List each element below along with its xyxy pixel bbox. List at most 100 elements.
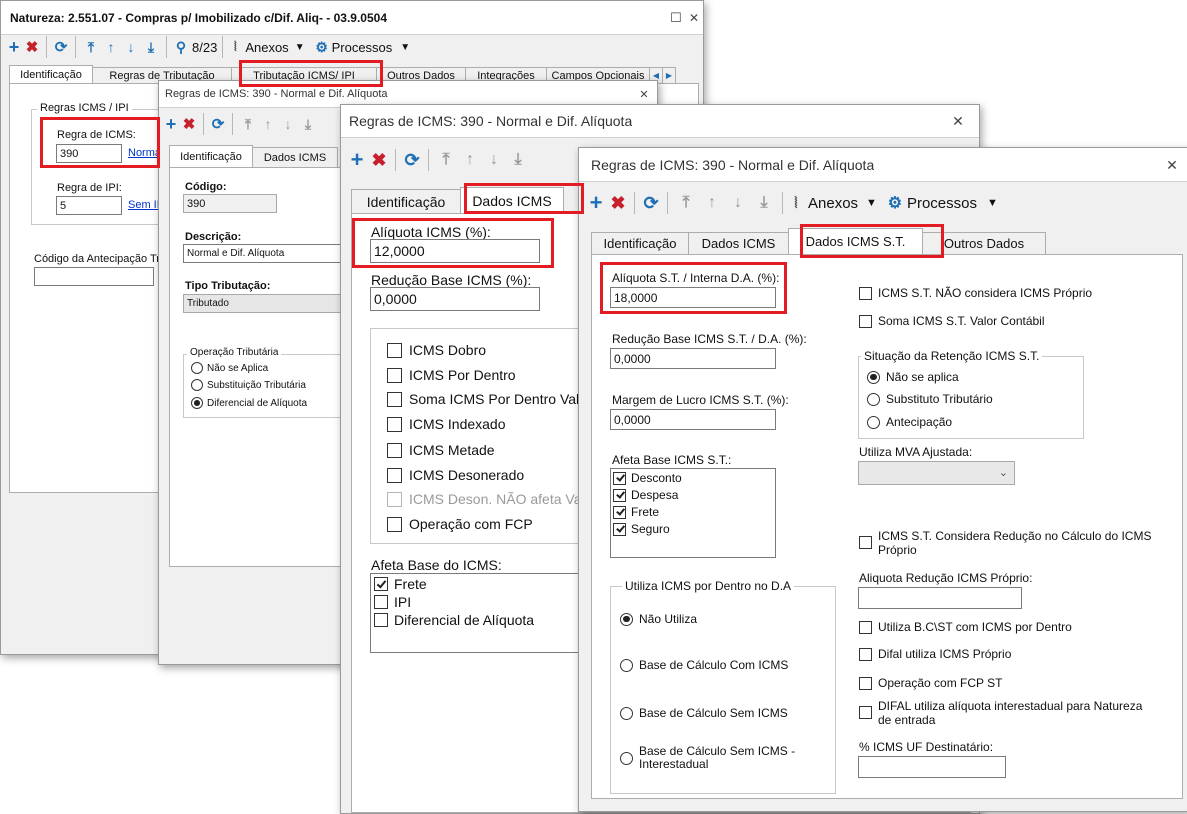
- check-afeta-frete[interactable]: Frete: [374, 576, 427, 592]
- close-icon[interactable]: ✕: [687, 1, 701, 35]
- add-icon[interactable]: +: [346, 147, 368, 173]
- next-record-icon[interactable]: ↓: [725, 194, 751, 212]
- check-operacao-fcp[interactable]: Operação com FCP: [387, 516, 533, 532]
- last-record-icon[interactable]: ⤓: [298, 116, 318, 133]
- utiliza-mva-select[interactable]: ⌄: [858, 461, 1015, 485]
- tab-outros-dados[interactable]: Outros Dados: [922, 232, 1046, 254]
- chevron-down-icon[interactable]: ▼: [400, 42, 410, 53]
- previous-record-icon[interactable]: ↑: [699, 194, 725, 212]
- checkbox[interactable]: [613, 471, 626, 485]
- check-icms-desonerado[interactable]: ICMS Desonerado: [387, 467, 524, 483]
- checkbox[interactable]: [613, 522, 626, 536]
- checkbox[interactable]: [374, 595, 388, 609]
- radio-bc-sem-icms-interestadual[interactable]: Base de Cálculo Sem ICMS - Interestadual: [620, 745, 830, 771]
- first-record-icon[interactable]: ⤒: [673, 194, 699, 212]
- codigo-antecipacao-field[interactable]: [34, 267, 154, 286]
- check-soma-icms-st-valor-contabil[interactable]: Soma ICMS S.T. Valor Contábil: [859, 314, 1045, 328]
- check-soma-icms-por-dentro[interactable]: Soma ICMS Por Dentro Valor C: [387, 391, 606, 407]
- tab-dados-icms[interactable]: Dados ICMS: [252, 147, 338, 167]
- check-icms-metade[interactable]: ICMS Metade: [387, 442, 495, 458]
- check-difal-aliquota-interestadual[interactable]: DIFAL utiliza alíquota interestadual par…: [859, 699, 1159, 727]
- check-icms-indexado[interactable]: ICMS Indexado: [387, 416, 506, 432]
- tab-dados-icms-st[interactable]: Dados ICMS S.T.: [788, 228, 923, 254]
- radio-button[interactable]: [191, 362, 203, 374]
- gear-icon[interactable]: ⚙: [315, 39, 329, 56]
- first-record-icon[interactable]: ⤒: [81, 39, 101, 56]
- checkbox[interactable]: [859, 314, 872, 328]
- checkbox[interactable]: [387, 442, 402, 458]
- processos-button[interactable]: Processos: [332, 40, 393, 55]
- close-icon[interactable]: ✕: [1163, 148, 1181, 182]
- tab-identificacao[interactable]: Identificação: [9, 65, 93, 83]
- check-icms-por-dentro[interactable]: ICMS Por Dentro: [387, 367, 516, 383]
- radio-button[interactable]: [867, 392, 880, 406]
- checkbox[interactable]: [374, 613, 388, 627]
- delete-icon[interactable]: ✖: [180, 115, 198, 133]
- tab-identificacao[interactable]: Identificação: [169, 145, 253, 167]
- regra-icms-link[interactable]: Norma: [128, 147, 161, 159]
- radio-button[interactable]: [620, 658, 633, 672]
- gear-icon[interactable]: ⚙: [887, 193, 903, 213]
- anexos-button[interactable]: Anexos: [245, 40, 288, 55]
- radio-substituicao-tributaria[interactable]: Substituição Tributária: [191, 379, 306, 391]
- checkbox[interactable]: [387, 391, 402, 407]
- check-st-desconto[interactable]: Desconto: [613, 471, 682, 485]
- check-st-frete[interactable]: Frete: [613, 505, 659, 519]
- check-afeta-diferencial[interactable]: Diferencial de Alíquota: [374, 612, 534, 628]
- delete-icon[interactable]: ✖: [607, 193, 629, 214]
- check-utiliza-bc-st-icms-dentro[interactable]: Utiliza B.C\ST com ICMS por Dentro: [859, 620, 1072, 634]
- radio-button[interactable]: [620, 612, 633, 626]
- paperclip-icon[interactable]: ⦚: [788, 195, 804, 212]
- checkbox[interactable]: [374, 577, 388, 591]
- check-st-despesa[interactable]: Despesa: [613, 488, 678, 502]
- tab-identificacao[interactable]: Identificação: [591, 232, 689, 254]
- search-icon[interactable]: ⚲: [172, 39, 190, 56]
- refresh-icon[interactable]: ⟳: [401, 150, 423, 171]
- check-afeta-ipi[interactable]: IPI: [374, 594, 411, 610]
- checkbox[interactable]: [859, 286, 872, 300]
- checkbox[interactable]: [859, 706, 872, 719]
- processos-button[interactable]: Processos: [907, 195, 977, 212]
- delete-icon[interactable]: ✖: [368, 150, 390, 171]
- aliquota-reducao-icms-proprio-field[interactable]: [858, 587, 1022, 609]
- check-st-nao-considera-icms-proprio[interactable]: ICMS S.T. NÃO considera ICMS Próprio: [859, 286, 1092, 300]
- refresh-icon[interactable]: ⟳: [640, 193, 662, 214]
- radio-antecipacao[interactable]: Antecipação: [867, 415, 952, 429]
- check-icms-dobro[interactable]: ICMS Dobro: [387, 342, 486, 358]
- last-record-icon[interactable]: ⤓: [141, 39, 161, 56]
- previous-record-icon[interactable]: ↑: [458, 151, 482, 169]
- previous-record-icon[interactable]: ↑: [258, 116, 278, 132]
- margem-lucro-st-field[interactable]: 0,0000: [610, 409, 776, 430]
- chevron-down-icon[interactable]: ▼: [295, 42, 305, 53]
- checkbox[interactable]: [387, 342, 402, 358]
- check-operacao-fcp-st[interactable]: Operação com FCP ST: [859, 676, 1003, 690]
- last-record-icon[interactable]: ⤓: [751, 194, 777, 212]
- next-record-icon[interactable]: ↓: [121, 39, 141, 55]
- add-icon[interactable]: +: [585, 190, 607, 216]
- checkbox[interactable]: [387, 516, 402, 532]
- restore-icon[interactable]: ☐: [669, 1, 683, 35]
- first-record-icon[interactable]: ⤒: [238, 116, 258, 133]
- check-st-seguro[interactable]: Seguro: [613, 522, 670, 536]
- tab-identificacao[interactable]: Identificação: [351, 189, 461, 213]
- check-difal-icms-proprio[interactable]: Difal utiliza ICMS Próprio: [859, 647, 1011, 661]
- next-record-icon[interactable]: ↓: [278, 116, 298, 132]
- tab-scroll-right-icon[interactable]: ▶: [662, 67, 676, 83]
- radio-button[interactable]: [620, 751, 633, 765]
- first-record-icon[interactable]: ⤒: [434, 151, 458, 169]
- checkbox[interactable]: [859, 536, 872, 549]
- radio-bc-com-icms[interactable]: Base de Cálculo Com ICMS: [620, 658, 788, 672]
- checkbox[interactable]: [613, 488, 626, 502]
- add-icon[interactable]: +: [162, 114, 180, 135]
- radio-substituto-tributario[interactable]: Substituto Tributário: [867, 392, 993, 406]
- last-record-icon[interactable]: ⤓: [506, 151, 530, 169]
- checkbox[interactable]: [859, 647, 872, 661]
- aliquota-st-field[interactable]: 18,0000: [610, 287, 776, 308]
- radio-bc-sem-icms[interactable]: Base de Cálculo Sem ICMS: [620, 706, 788, 720]
- checkbox[interactable]: [387, 467, 402, 483]
- radio-button[interactable]: [867, 370, 880, 384]
- radio-button[interactable]: [620, 706, 633, 720]
- reducao-base-st-field[interactable]: 0,0000: [610, 348, 776, 369]
- checkbox[interactable]: [859, 620, 872, 634]
- icms-uf-destinatario-field[interactable]: [858, 756, 1006, 778]
